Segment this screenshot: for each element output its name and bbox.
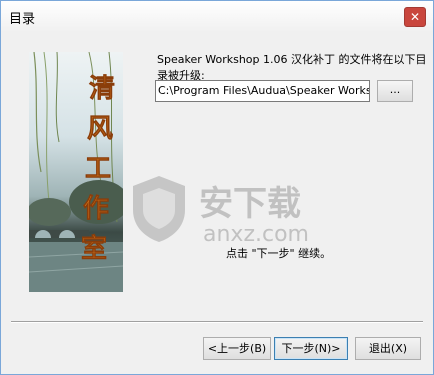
calligraphy-overlay: 清 风 工 作 室 <box>81 74 116 265</box>
install-path-field[interactable]: C:\Program Files\Audua\Speaker Workshop <box>155 80 370 102</box>
separator <box>11 321 423 323</box>
calligraphy-char: 工 <box>85 154 111 184</box>
calligraphy-char: 清 <box>89 74 115 104</box>
back-button[interactable]: <上一步(B) <box>203 337 271 360</box>
side-image: 清 风 工 作 室 <box>29 52 123 292</box>
title-bar: 目录 ✕ <box>1 1 433 31</box>
watermark-subtext: anxz.com <box>203 222 309 247</box>
shield-icon <box>133 176 185 242</box>
watermark: 安下载 anxz.com <box>129 170 369 250</box>
calligraphy-char: 风 <box>87 114 113 144</box>
installer-window: 目录 ✕ 清 风 工 作 室 Speaker Workshop 1.06 汉化补… <box>0 0 434 375</box>
close-button[interactable]: ✕ <box>404 7 426 27</box>
calligraphy-char: 室 <box>81 233 107 264</box>
dialog-content: 清 风 工 作 室 Speaker Workshop 1.06 汉化补丁 的文件… <box>1 32 433 374</box>
continue-instruction: 点击 "下一步" 继续。 <box>226 247 332 260</box>
browse-button[interactable]: ... <box>377 80 413 102</box>
exit-button[interactable]: 退出(X) <box>355 337 421 360</box>
close-icon: ✕ <box>409 10 421 24</box>
window-title: 目录 <box>9 12 36 27</box>
calligraphy-char: 作 <box>83 194 109 224</box>
next-button[interactable]: 下一步(N)> <box>274 337 348 360</box>
watermark-text: 安下载 <box>199 184 301 224</box>
